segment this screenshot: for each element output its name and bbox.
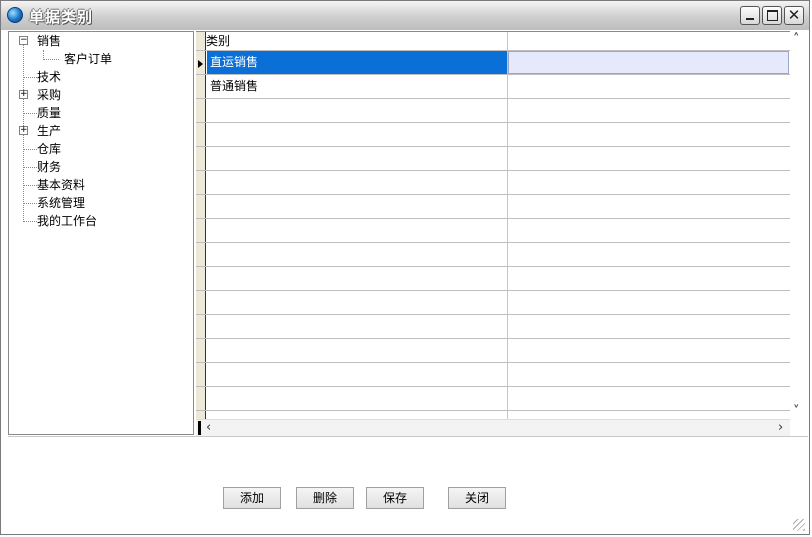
tree-item-basic-data[interactable]: 基本资料 — [37, 176, 85, 194]
grid-line — [196, 218, 790, 219]
grid-line — [196, 194, 790, 195]
tree-item-label: 客户订单 — [64, 52, 113, 66]
grid-cell-category[interactable]: 普通销售 — [210, 75, 506, 98]
grid-line — [196, 410, 790, 411]
scroll-up-icon[interactable]: ˄ — [793, 33, 800, 47]
scroll-right-icon[interactable]: › — [778, 421, 783, 435]
main-window: 单据类别 ✕ − 销售 客户订单 技术 + 采购 质量 + 生产 仓库 财务 基… — [0, 0, 810, 535]
vertical-scrollbar[interactable]: ˄ ˅ — [790, 31, 808, 421]
expand-icon[interactable]: + — [19, 126, 28, 135]
current-row-pointer-icon — [198, 60, 203, 68]
tree-item-my-workbench[interactable]: 我的工作台 — [37, 212, 97, 230]
window-title: 单据类别 — [29, 8, 94, 26]
tree-item-customer-order[interactable]: 客户订单 — [64, 50, 112, 68]
grid-header: 类别 — [206, 32, 790, 50]
tree-item-label: 采购 — [37, 88, 62, 102]
grid-cell-category[interactable]: 直运销售 — [207, 51, 507, 74]
app-globe-icon — [7, 7, 23, 23]
tree-connector — [23, 77, 37, 78]
tree-item-label: 技术 — [37, 70, 62, 84]
scroll-left-icon[interactable]: ‹ — [206, 421, 211, 435]
horizontal-scrollbar[interactable]: ‹ › — [196, 419, 790, 437]
grid-cell-empty[interactable] — [508, 51, 789, 74]
grid-line — [196, 386, 790, 387]
grid-line — [196, 314, 790, 315]
column-header-category[interactable]: 类别 — [206, 32, 230, 50]
tree-connector — [23, 167, 37, 168]
scroll-down-icon[interactable]: ˅ — [793, 405, 800, 419]
add-button[interactable]: 添加 — [223, 487, 281, 509]
tree-connector — [23, 113, 37, 114]
tree-connector — [23, 203, 37, 204]
collapse-icon[interactable]: − — [19, 36, 28, 45]
grid-line — [196, 98, 790, 99]
tree-connector — [43, 59, 59, 60]
grid-line — [196, 338, 790, 339]
client-area: − 销售 客户订单 技术 + 采购 质量 + 生产 仓库 财务 基本资料 系统管… — [1, 30, 809, 534]
tree-item-tech[interactable]: 技术 — [37, 68, 61, 86]
divider — [8, 436, 808, 437]
tree-item-quality[interactable]: 质量 — [37, 104, 61, 122]
tree-item-label: 基本资料 — [37, 178, 86, 192]
expand-icon[interactable]: + — [19, 90, 28, 99]
tree-item-label: 我的工作台 — [37, 214, 98, 228]
tree-connector — [23, 221, 37, 222]
close-button[interactable]: 关闭 — [448, 487, 506, 509]
tree-item-warehouse[interactable]: 仓库 — [37, 140, 61, 158]
maximize-button[interactable] — [762, 6, 782, 25]
tree-item-label: 系统管理 — [37, 196, 86, 210]
minimize-button[interactable] — [740, 6, 760, 25]
category-grid[interactable]: 类别 直运销售 普通销售 — [196, 31, 790, 421]
grid-line — [196, 290, 790, 291]
grid-line — [196, 362, 790, 363]
grid-line — [196, 122, 790, 123]
tree-item-label: 销售 — [37, 34, 62, 48]
category-tree[interactable]: − 销售 客户订单 技术 + 采购 质量 + 生产 仓库 财务 基本资料 系统管… — [8, 31, 194, 435]
save-button[interactable]: 保存 — [366, 487, 424, 509]
resize-grip-icon[interactable] — [793, 519, 805, 531]
tree-item-system-admin[interactable]: 系统管理 — [37, 194, 85, 212]
delete-button[interactable]: 删除 — [296, 487, 354, 509]
close-icon: ✕ — [787, 6, 801, 24]
title-bar[interactable]: 单据类别 ✕ — [1, 1, 809, 31]
grid-line — [196, 146, 790, 147]
tree-item-label: 生产 — [37, 124, 62, 138]
tree-connector — [23, 185, 37, 186]
grid-line — [196, 170, 790, 171]
grid-line — [196, 242, 790, 243]
tree-item-finance[interactable]: 财务 — [37, 158, 61, 176]
tree-item-label: 财务 — [37, 160, 62, 174]
tree-connector — [23, 149, 37, 150]
close-window-button[interactable]: ✕ — [784, 6, 804, 25]
grid-line — [196, 266, 790, 267]
scroll-thumb[interactable] — [198, 421, 201, 435]
tree-item-label: 质量 — [37, 106, 62, 120]
tree-item-label: 仓库 — [37, 142, 62, 156]
